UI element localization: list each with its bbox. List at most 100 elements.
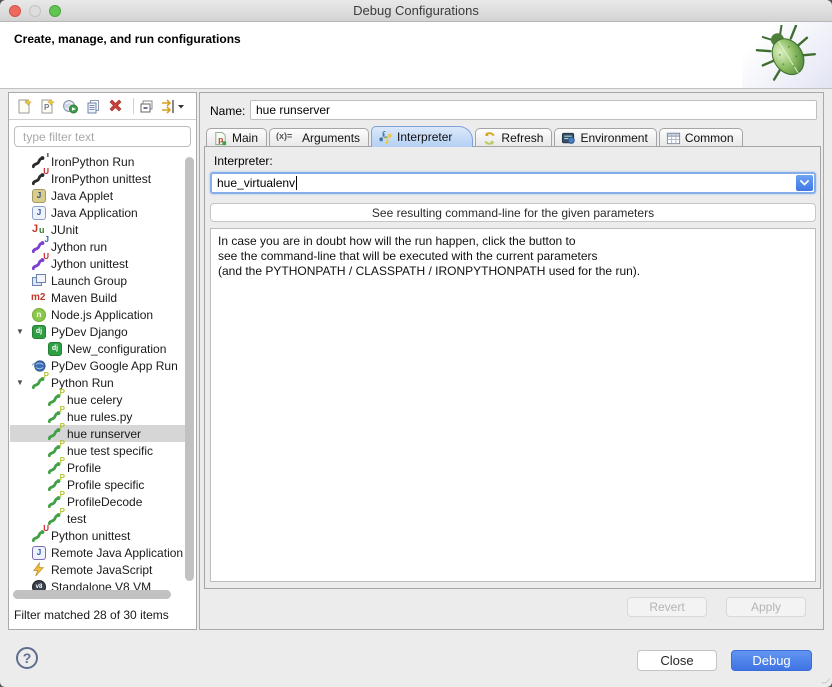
- tree-item-maven-build[interactable]: m2Maven Build: [10, 289, 186, 306]
- duplicate-icon: [85, 98, 101, 114]
- tree-vertical-scrollbar[interactable]: [185, 155, 194, 593]
- python-tab-icon: [378, 130, 393, 145]
- java-application-icon: J: [31, 205, 47, 221]
- tree-item-label: hue celery: [67, 392, 122, 407]
- tree-item-label: Profile specific: [67, 477, 144, 492]
- tab-common[interactable]: Common: [659, 128, 743, 147]
- duplicate-button[interactable]: [85, 96, 105, 116]
- tree-item-label: IronPython unittest: [51, 171, 151, 186]
- tree-item-profile[interactable]: PProfile: [10, 459, 186, 476]
- pydev-django-icon: dj: [31, 324, 47, 340]
- nodejs-icon: n: [31, 307, 47, 323]
- tree-item-label: Profile: [67, 460, 101, 475]
- expander-icon[interactable]: ▼: [16, 327, 26, 336]
- new-configuration-button[interactable]: [16, 96, 36, 116]
- tree-item-remote-java-application[interactable]: J Remote Java Application: [10, 544, 186, 561]
- tree-item-label: PyDev Django: [51, 324, 128, 339]
- main-tab-icon: p: [213, 131, 228, 146]
- tree-item-label: Remote Java Application: [51, 545, 183, 560]
- tree-item-profiledecode[interactable]: PProfileDecode: [10, 493, 186, 510]
- tab-label: Environment: [580, 131, 647, 145]
- arguments-tab-icon: (x)=: [276, 131, 298, 146]
- jython-unittest-icon: U: [31, 256, 47, 272]
- debug-bug-icon: [742, 22, 832, 88]
- help-text-line: see the command-line that will be execut…: [218, 249, 808, 264]
- filter-menu-button[interactable]: [161, 96, 181, 116]
- tab-environment[interactable]: Environment: [554, 128, 656, 147]
- tree-item-test[interactable]: Ptest: [10, 510, 186, 527]
- tree-item-python-unittest[interactable]: UPython unittest: [10, 527, 186, 544]
- tree-item-ironpython-run[interactable]: IIronPython Run: [10, 153, 186, 170]
- expander-icon[interactable]: ▼: [16, 378, 26, 387]
- tree-item-launch-group[interactable]: Launch Group: [10, 272, 186, 289]
- tree-item-hue-test-specific[interactable]: Phue test specific: [10, 442, 186, 459]
- export-configurations-button[interactable]: [62, 96, 82, 116]
- tab-label: Main: [232, 131, 258, 145]
- interpreter-dropdown-button[interactable]: [796, 175, 813, 191]
- apply-button[interactable]: Apply: [726, 597, 806, 617]
- debug-button[interactable]: Debug: [731, 650, 812, 671]
- tree-item-label: Remote JavaScript: [51, 562, 152, 577]
- filter-menu-icon: [161, 98, 177, 114]
- resize-grip[interactable]: [821, 679, 831, 684]
- help-text-line: (and the PYTHONPATH / CLASSPATH / IRONPY…: [218, 264, 808, 279]
- configurations-toolbar: P: [9, 93, 196, 120]
- tree-item-pydev-django[interactable]: ▼ dj PyDev Django: [10, 323, 186, 340]
- see-commandline-button[interactable]: See resulting command-line for the given…: [210, 203, 816, 222]
- filter-input[interactable]: [14, 126, 191, 147]
- tree-item-new-configuration[interactable]: djNew_configuration: [10, 340, 186, 357]
- tab-arguments[interactable]: (x)=Arguments: [269, 128, 369, 147]
- tree-item-label: Jython unittest: [51, 256, 128, 271]
- filter-status-text: Filter matched 28 of 30 items: [14, 608, 169, 622]
- tree-item-node-js-application[interactable]: n Node.js Application: [10, 306, 186, 323]
- tree-item-label: hue rules.py: [67, 409, 132, 424]
- tree-item-label: Node.js Application: [51, 307, 153, 322]
- tree-item-jython-run[interactable]: JJython run: [10, 238, 186, 255]
- window-title: Debug Configurations: [0, 3, 832, 18]
- remote-java-icon: J: [31, 545, 47, 561]
- tree-item-java-applet[interactable]: JJava Applet: [10, 187, 186, 204]
- collapse-all-icon: [138, 98, 154, 114]
- python-run-icon: P: [31, 375, 47, 391]
- banner-title: Create, manage, and run configurations: [14, 32, 241, 46]
- tree-item-hue-runserver[interactable]: Phue runserver: [10, 425, 186, 442]
- tab-interpreter[interactable]: Interpreter: [371, 126, 473, 147]
- commandline-help-textarea[interactable]: In case you are in doubt how will the ru…: [210, 228, 816, 582]
- tree-item-profile-specific[interactable]: PProfile specific: [10, 476, 186, 493]
- tab-main[interactable]: p Main: [206, 128, 267, 147]
- text-caret: [296, 176, 297, 190]
- tree-horizontal-scrollbar[interactable]: [13, 590, 183, 599]
- tree-item-label: JUnit: [51, 222, 78, 237]
- tree-item-java-application[interactable]: JJava Application: [10, 204, 186, 221]
- export-icon: [62, 98, 78, 114]
- tree-item-jython-unittest[interactable]: U Jython unittest: [10, 255, 186, 272]
- tree-item-pydev-google-app-run[interactable]: PyDev Google App Run: [10, 357, 186, 374]
- tree-item-remote-javascript[interactable]: Remote JavaScript: [10, 561, 186, 578]
- delete-button[interactable]: [108, 96, 128, 116]
- tree-item-hue-celery[interactable]: Phue celery: [10, 391, 186, 408]
- tree-item-hue-rules-py[interactable]: Phue rules.py: [10, 408, 186, 425]
- new-config-icon: [16, 98, 32, 114]
- tree-item-ironpython-unittest[interactable]: UIronPython unittest: [10, 170, 186, 187]
- tree-item-python-run[interactable]: ▼PPython Run: [10, 374, 186, 391]
- close-button[interactable]: Close: [637, 650, 717, 671]
- collapse-all-button[interactable]: [138, 96, 158, 116]
- remote-javascript-icon: [31, 562, 47, 578]
- title-bar[interactable]: Debug Configurations: [0, 0, 832, 22]
- svg-text:P: P: [44, 103, 50, 112]
- new-prototype-button[interactable]: P: [39, 96, 59, 116]
- revert-button[interactable]: Revert: [627, 597, 707, 617]
- maven-build-icon: m2: [31, 290, 47, 306]
- help-button[interactable]: ?: [16, 647, 38, 669]
- name-input[interactable]: [250, 100, 817, 120]
- tree-item-label: Launch Group: [51, 273, 127, 288]
- interpreter-label: Interpreter:: [214, 154, 273, 168]
- python-config-icon: P: [47, 511, 63, 527]
- header-banner: Create, manage, and run configurations: [0, 22, 832, 89]
- tree-item-label: Python unittest: [51, 528, 130, 543]
- environment-tab-icon: [561, 131, 576, 146]
- interpreter-combo[interactable]: hue_virtualenv: [210, 172, 816, 194]
- tree-item-label: New_configuration: [67, 341, 166, 356]
- tree-item-junit[interactable]: JuJUnit: [10, 221, 186, 238]
- tab-refresh[interactable]: Refresh: [475, 128, 552, 147]
